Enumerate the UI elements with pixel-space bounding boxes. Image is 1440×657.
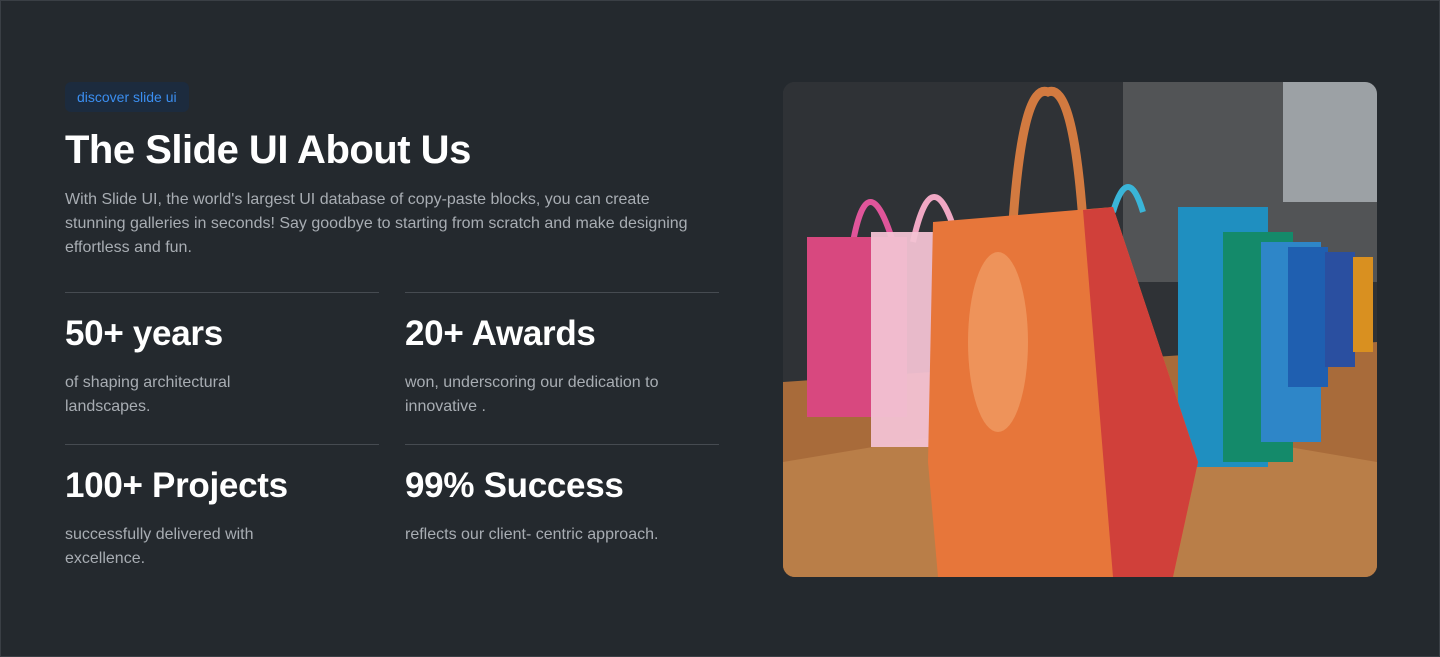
- stat-awards: 20+ Awards won, underscoring our dedicati…: [405, 292, 719, 444]
- stat-value: 100+ Projects: [65, 466, 288, 505]
- stat-success: 99% Success reflects our client- centric …: [405, 444, 719, 596]
- stat-text: won, underscoring our dedication to inno…: [405, 374, 659, 415]
- stat-value: 50+ years: [65, 314, 223, 353]
- stat-projects: 100+ Projects successfully delivered with…: [65, 444, 379, 596]
- stat-text: of shaping architectural landscapes.: [65, 374, 231, 415]
- page-title: The Slide UI About Us: [65, 128, 471, 172]
- stats-grid: 50+ years of shaping architectural landsc…: [65, 292, 719, 596]
- description: With Slide UI, the world's largest UI da…: [65, 191, 688, 256]
- stat-years: 50+ years of shaping architectural landsc…: [65, 292, 379, 444]
- stat-value: 99% Success: [405, 466, 624, 505]
- about-section: discover slide ui The Slide UI About Us …: [65, 82, 719, 596]
- stat-text: successfully delivered with excellence.: [65, 526, 254, 567]
- shopping-bags-image: [783, 82, 1377, 577]
- discover-badge: discover slide ui: [65, 82, 189, 112]
- stat-value: 20+ Awards: [405, 314, 596, 353]
- stat-text: reflects our client- centric approach.: [405, 526, 659, 543]
